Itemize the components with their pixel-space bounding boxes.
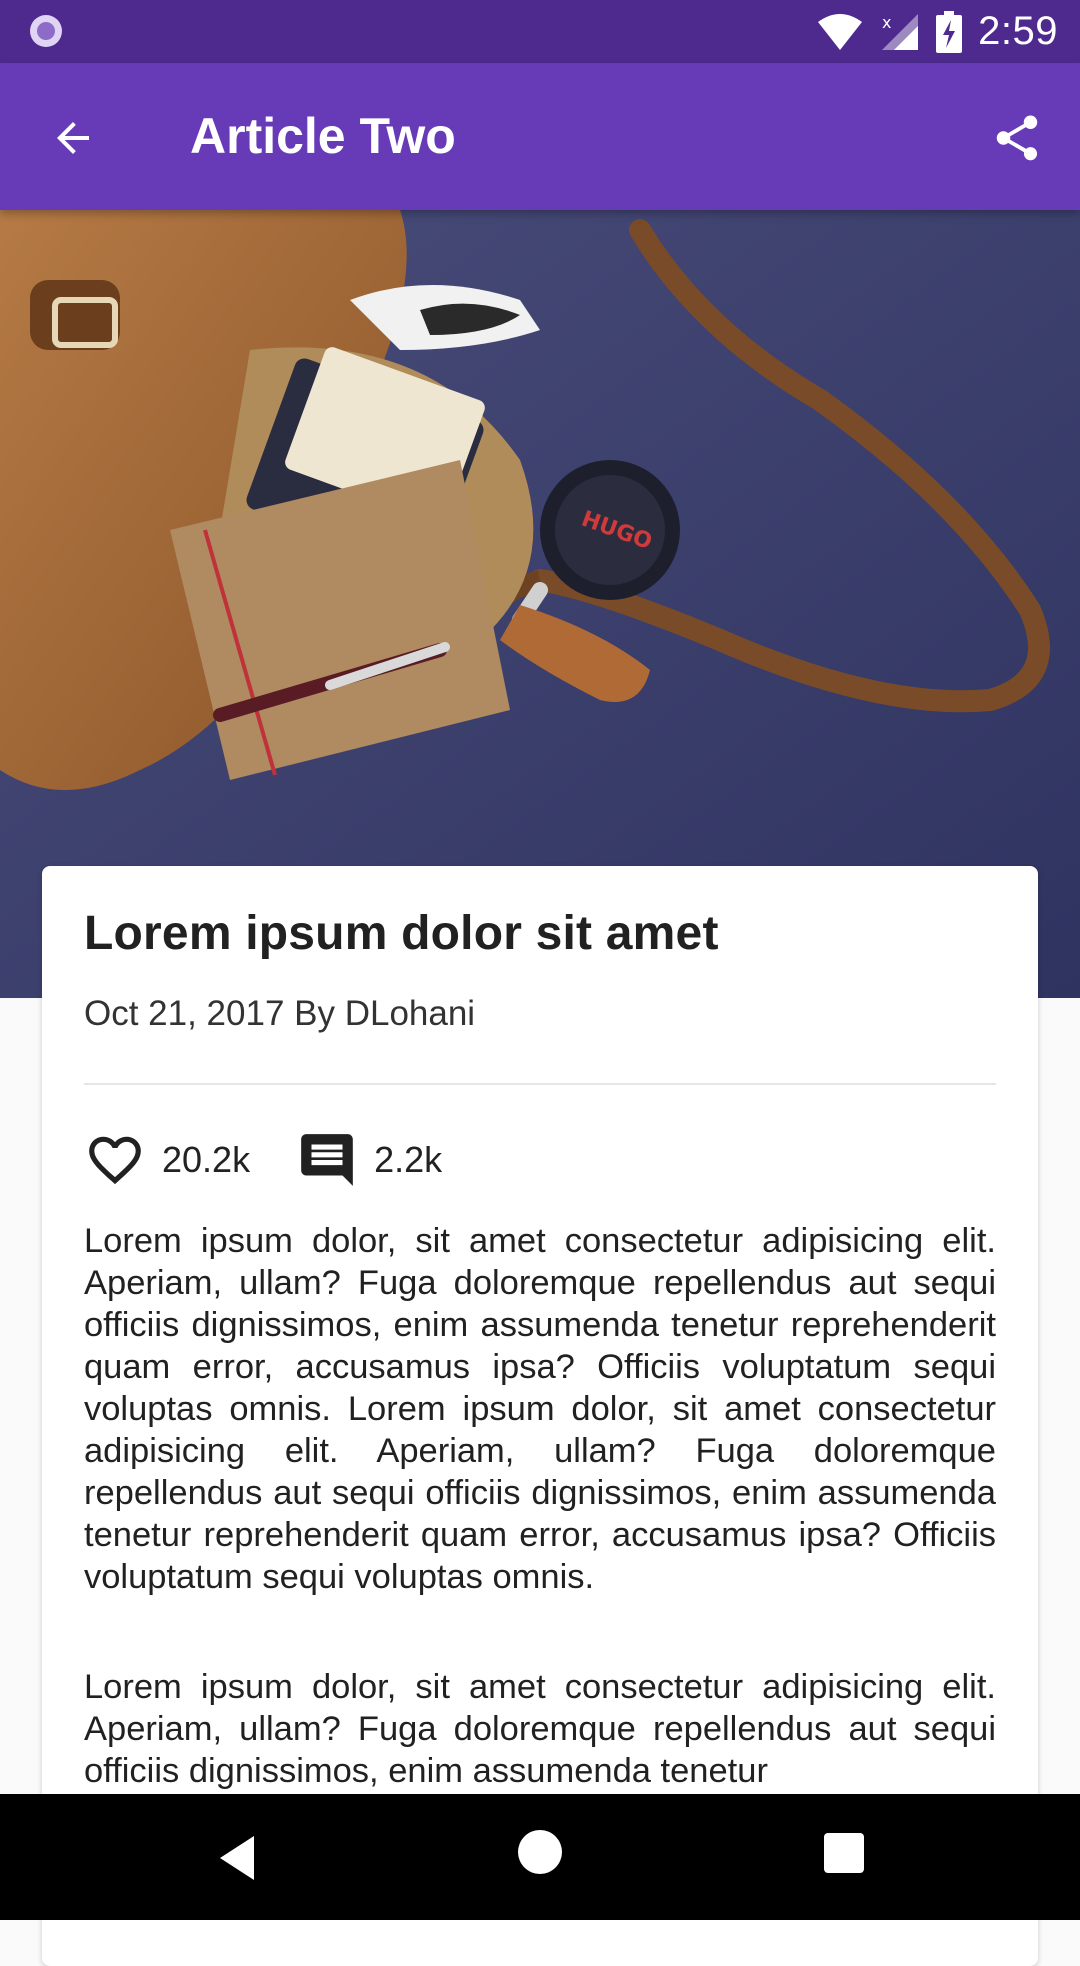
status-bar: x 2:59 [0, 0, 1080, 63]
article-title: Lorem ipsum dolor sit amet [84, 907, 719, 960]
wifi-icon [818, 13, 863, 50]
status-icons: x 2:59 [816, 0, 1058, 63]
article-stats: 20.2k 2.2k [84, 1128, 442, 1192]
article-meta: Oct 21, 2017 By DLohani [84, 994, 476, 1033]
heart-outline-icon [89, 1136, 141, 1185]
notification-dot-icon [30, 15, 62, 47]
page-title: Article Two [190, 108, 456, 164]
like-button[interactable]: 20.2k [84, 1129, 250, 1191]
battery-charging-icon [936, 10, 963, 53]
back-button[interactable] [38, 103, 108, 173]
share-icon [996, 115, 1038, 161]
divider [84, 1083, 996, 1085]
nav-back-icon[interactable] [210, 1830, 266, 1886]
status-time: 2:59 [978, 9, 1058, 53]
comments-button[interactable]: 2.2k [296, 1129, 442, 1191]
likes-count: 20.2k [162, 1139, 251, 1180]
article-paragraph: Lorem ipsum dolor, sit amet consectetur … [84, 1222, 996, 1596]
svg-text:x: x [882, 13, 891, 32]
nav-home-icon[interactable] [518, 1830, 562, 1874]
nav-recents-icon[interactable] [824, 1833, 864, 1873]
app-bar: Article Two [0, 63, 1080, 210]
article-paragraph: Lorem ipsum dolor, sit amet consectetur … [84, 1668, 996, 1790]
share-button[interactable] [982, 103, 1052, 173]
comments-count: 2.2k [374, 1139, 443, 1180]
cellular-icon: x [882, 13, 919, 50]
arrow-back-icon [57, 122, 89, 154]
navigation-bar [0, 1794, 1080, 1920]
comment-icon [301, 1134, 353, 1186]
